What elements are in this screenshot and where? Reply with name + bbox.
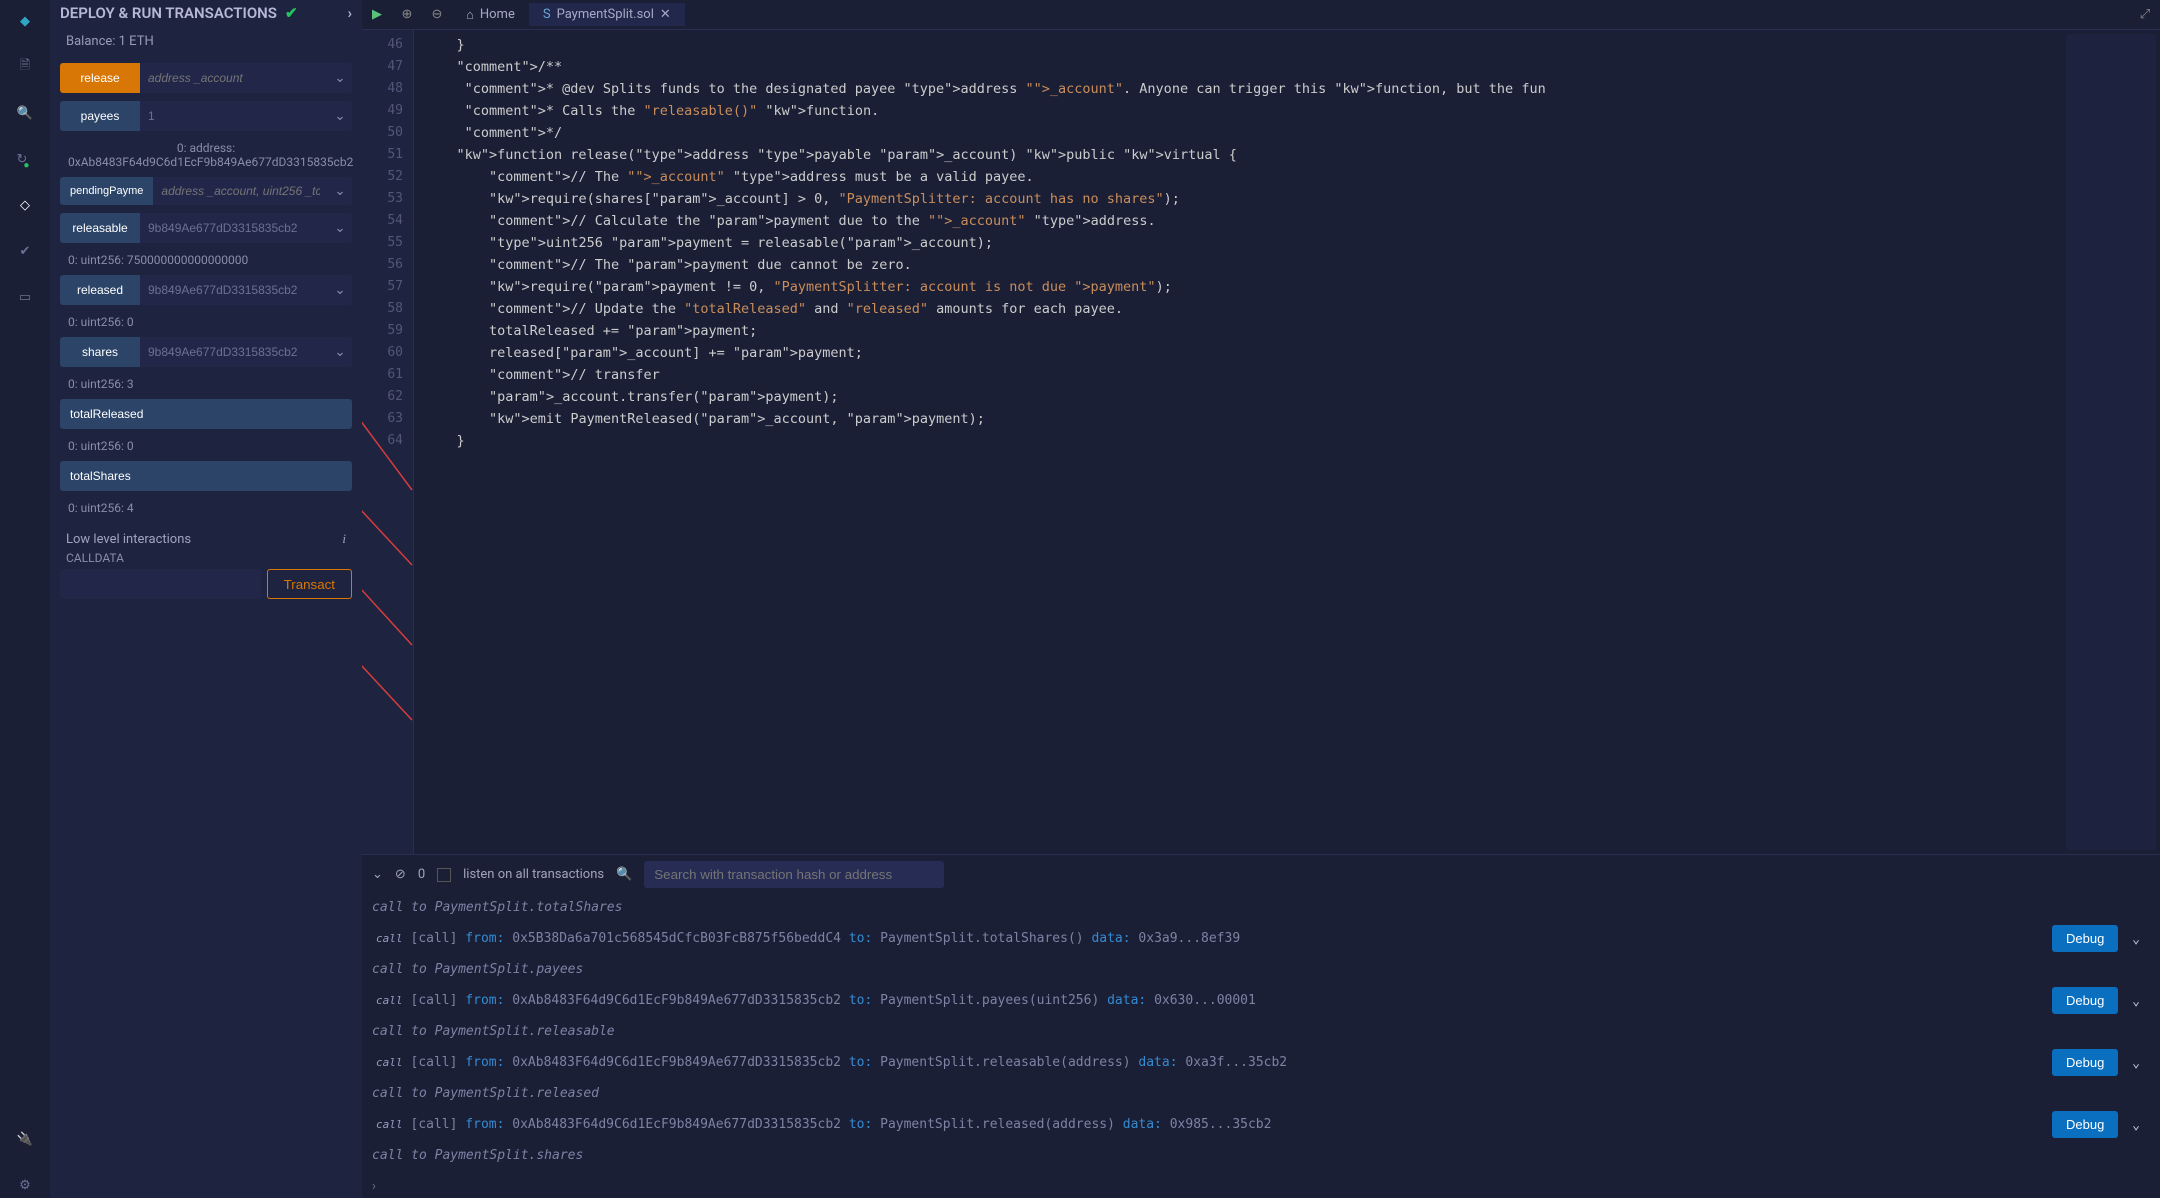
payees-expand[interactable]: ⌄ [328,101,352,131]
payees-input[interactable] [140,101,328,131]
release-expand[interactable]: ⌄ [328,63,352,93]
line-gutter: 46474849505152535455565758596061626364 [362,30,414,854]
log-call-row: call [call] from: 0x5B38Da6a701c568545dC… [372,917,2150,960]
released-expand[interactable]: ⌄ [328,275,352,305]
zoom-in-icon[interactable]: ⊕ [392,7,422,22]
terminal-panel: ⌄ ⊘ 0 listen on all transactions 🔍 call … [362,854,2160,1198]
shares-expand[interactable]: ⌄ [328,337,352,367]
editor-tabs: ▶ ⊕ ⊖ ⌂ Home S PaymentSplit.sol ✕ ⤢ [362,0,2160,30]
transact-button[interactable]: Transact [267,569,352,599]
pending-input[interactable] [153,177,328,205]
expand-log-icon[interactable]: ⌄ [2126,994,2146,1009]
release-input[interactable] [140,63,328,93]
deploy-icon[interactable]: ◇ [12,192,38,218]
call-badge: call [376,994,403,1007]
listen-label: listen on all transactions [463,867,604,882]
log-pre: call to PaymentSplit.payees [372,960,2150,979]
expand-log-icon[interactable]: ⌄ [2126,932,2146,947]
debug-button[interactable]: Debug [2052,1049,2118,1076]
pending-count: 0 [418,867,425,882]
zoom-out-icon[interactable]: ⊖ [422,7,452,22]
file-icon: S [543,7,551,22]
settings-icon[interactable]: ⚙ [12,1172,38,1198]
log-call-row: call [call] from: 0xAb8483F64d9C6d1EcF9b… [372,979,2150,1022]
tx-search-input[interactable] [644,861,944,888]
totalShares-result: 0: uint256: 4 [50,495,362,519]
debug-button[interactable]: Debug [2052,987,2118,1014]
minimap[interactable] [2066,34,2156,850]
check-icon: ✔ [285,4,298,22]
shares-input[interactable] [140,337,328,367]
call-badge: call [376,1118,403,1131]
releasable-button[interactable]: releasable [60,213,140,243]
info-icon[interactable]: i [342,531,346,547]
plugin-icon[interactable]: ▭ [12,284,38,310]
remix-logo-icon[interactable]: ◆ [12,8,38,34]
debugger-icon[interactable]: ✔ [12,238,38,264]
call-badge: call [376,1056,403,1069]
icon-rail: ◆ 🗎 🔍 ↻● ◇ ✔ ▭ 🔌 ⚙ [0,0,50,1198]
pending-button[interactable]: pendingPayme [60,177,153,205]
calldata-label: CALLDATA [50,551,362,565]
shares-result: 0: uint256: 3 [50,371,362,395]
log-pre: call to PaymentSplit.released [372,1084,2150,1103]
file-tab[interactable]: S PaymentSplit.sol ✕ [529,3,685,26]
home-tab[interactable]: ⌂ Home [452,3,529,27]
chevron-right-icon[interactable]: › [347,4,352,22]
debug-button[interactable]: Debug [2052,1111,2118,1138]
term-search-icon[interactable]: 🔍 [616,867,632,882]
balance-label: Balance: 1 ETH [50,30,362,59]
released-input[interactable] [140,275,328,305]
released-button[interactable]: released [60,275,140,305]
totalShares-button[interactable]: totalShares [60,461,352,491]
home-icon: ⌂ [466,7,474,23]
log-pre: call to PaymentSplit.shares [372,1146,2150,1165]
payees-button[interactable]: payees [60,101,140,131]
releasable-expand[interactable]: ⌄ [328,213,352,243]
panel-title: DEPLOY & RUN TRANSACTIONS [60,4,277,22]
release-button[interactable]: release [60,63,140,93]
close-tab-icon[interactable]: ✕ [660,7,671,22]
code-editor[interactable]: } "comment">/** "comment">* @dev Splits … [414,30,2062,854]
call-badge: call [376,932,403,945]
releasable-result: 0: uint256: 750000000000000000 [50,247,362,271]
payees-result: 0: address: 0xAb8483F64d9C6d1EcF9b849Ae6… [50,135,362,173]
pending-expand[interactable]: ⌄ [328,177,352,205]
released-result: 0: uint256: 0 [50,309,362,333]
search-icon[interactable]: 🔍 [12,100,38,126]
expand-log-icon[interactable]: ⌄ [2126,1118,2146,1133]
plugins-bottom-icon[interactable]: 🔌 [12,1126,38,1152]
releasable-input[interactable] [140,213,328,243]
log-call-row: call [call] from: 0xAb8483F64d9C6d1EcF9b… [372,1041,2150,1084]
collapse-icon[interactable]: ⌄ [372,867,383,882]
file-explorer-icon[interactable]: 🗎 [12,54,38,80]
deploy-run-panel: DEPLOY & RUN TRANSACTIONS ✔ › Balance: 1… [50,0,362,1198]
terminal-prompt[interactable]: › [362,1175,2160,1198]
log-pre: call to PaymentSplit.releasable [372,1022,2150,1041]
run-icon[interactable]: ▶ [362,7,392,22]
expand-icon[interactable]: ⤢ [2130,7,2160,22]
shares-button[interactable]: shares [60,337,140,367]
compiler-icon[interactable]: ↻● [12,146,38,172]
calldata-input[interactable] [60,569,261,599]
totalReleased-result: 0: uint256: 0 [50,433,362,457]
log-call-row: call [call] from: 0xAb8483F64d9C6d1EcF9b… [372,1103,2150,1146]
listen-checkbox[interactable] [437,868,451,882]
totalReleased-button[interactable]: totalReleased [60,399,352,429]
low-level-title: Low level interactions [66,532,191,547]
debug-button[interactable]: Debug [2052,925,2118,952]
log-pre: call to PaymentSplit.totalShares [372,898,2150,917]
clear-icon[interactable]: ⊘ [395,867,406,882]
expand-log-icon[interactable]: ⌄ [2126,1056,2146,1071]
